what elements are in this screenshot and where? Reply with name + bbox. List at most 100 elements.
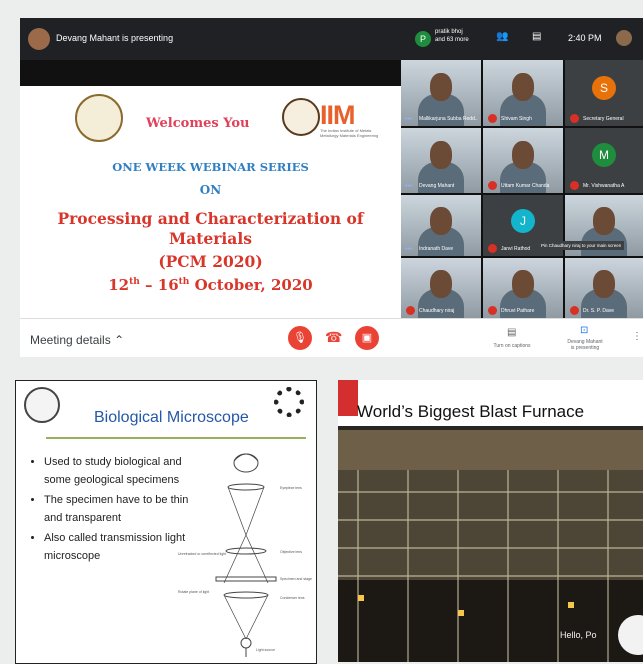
participant-video-face xyxy=(430,141,452,169)
iim-emblem xyxy=(282,98,320,136)
mic-muted-icon xyxy=(488,114,497,123)
date-rest: October, 2020 xyxy=(189,276,313,294)
diagram-label: Light source xyxy=(256,648,275,652)
date-end: 16 xyxy=(157,276,179,294)
participant-name: Mr. Vishwanatha A xyxy=(583,183,625,189)
college-logo xyxy=(75,94,123,142)
presenting-label-line-2: is presenting xyxy=(570,345,600,351)
microscope-diagram: Eyepiece lens Objective lens Unrefracted… xyxy=(178,453,312,657)
user-avatar[interactable] xyxy=(616,30,632,46)
presentation-slide: Welcomes You IIM The Indian Institute of… xyxy=(20,86,401,318)
university-logo xyxy=(24,387,60,423)
title-accent xyxy=(338,380,358,416)
participant-name: Secretary General xyxy=(583,116,624,122)
participant-tile[interactable]: Chaudhary niraj xyxy=(401,258,481,318)
camera-off-icon: ▣ xyxy=(361,332,373,344)
participant-tile[interactable]: Dhruvi Pathare xyxy=(483,258,563,318)
participant-video-face xyxy=(512,141,534,169)
participant-tile[interactable]: ••• Mallikarjuna Subba Redd.. xyxy=(401,60,481,126)
slide-title-line-2: Materials xyxy=(169,229,252,248)
mic-muted-icon xyxy=(570,114,579,123)
clock-time: 2:40 PM xyxy=(568,33,602,43)
participant-avatar: M xyxy=(592,143,616,168)
mic-muted-icon xyxy=(570,306,579,315)
participant-avatar: J xyxy=(511,208,535,233)
more-options-icon[interactable]: ⋮ xyxy=(632,331,642,342)
mic-muted-icon xyxy=(488,306,497,315)
present-screen-icon[interactable]: ⊡ xyxy=(580,325,588,336)
meeting-details-button[interactable]: Meeting details ⌃ xyxy=(30,333,124,347)
slide-acronym: (PCM 2020) xyxy=(158,252,263,271)
microscope-slide: Biological Microscope Used to study biol… xyxy=(15,380,317,664)
participant-tile[interactable]: ••• Indranath Dave xyxy=(401,195,481,256)
pin-tooltip: Pin Chaudhary niraj to your main screen xyxy=(538,241,625,250)
participant-tile[interactable]: Dr. S. P. Dave xyxy=(565,258,643,318)
speaking-dots-icon: ••• xyxy=(405,246,413,253)
diagram-label: Unrefracted or unreflected light xyxy=(178,552,226,556)
bullet-item: Used to study biological and some geolog… xyxy=(44,453,194,489)
participant-video-face xyxy=(593,207,615,236)
participant-tile[interactable]: Uttam Kumar Chanda xyxy=(483,128,563,193)
diagram-label: Condenser lens xyxy=(280,596,305,600)
slide-title: Processing and Characterization of Mater… xyxy=(20,209,401,249)
people-icon[interactable]: 👥 xyxy=(496,31,508,42)
participant-video-face xyxy=(512,73,534,102)
participant-name: Dhruvi Pathare xyxy=(501,308,535,314)
date-start-suffix: th xyxy=(129,277,140,287)
iim-logo-text: IIM xyxy=(320,100,355,130)
participant-name: Janvi Rathod xyxy=(501,246,531,252)
participant-name: Devang Mahant xyxy=(419,183,455,189)
furnace-title: World’s Biggest Blast Furnace xyxy=(357,402,585,421)
presenting-label[interactable]: Devang Mahant is presenting xyxy=(555,339,615,351)
title-divider xyxy=(46,437,306,439)
participants-line-1: pratik bhoj xyxy=(435,29,463,35)
participant-tile[interactable]: ••• Devang Mahant xyxy=(401,128,481,193)
meeting-bottom-bar: Meeting details ⌃ 🎙 ☎ ▣ ▤ Turn on captio… xyxy=(20,318,643,357)
participant-name: Uttam Kumar Chanda xyxy=(501,183,550,189)
iim-logo-subtext: The Indian Institute of Metals Metallurg… xyxy=(320,128,379,138)
microscope-title: Biological Microscope xyxy=(94,409,249,426)
meeting-top-bar: Devang Mahant is presenting P pratik bho… xyxy=(20,18,643,60)
participant-video-face xyxy=(593,270,615,298)
participant-tile[interactable]: M Mr. Vishwanatha A xyxy=(565,128,643,193)
date-separator: – xyxy=(139,276,158,294)
mic-off-icon: 🎙 xyxy=(293,332,307,344)
participant-name: Mallikarjuna Subba Redd.. xyxy=(419,116,478,122)
slide-on: ON xyxy=(199,183,222,197)
chat-icon[interactable]: ▤ xyxy=(532,31,541,42)
slide-dates: 12th – 16th October, 2020 xyxy=(20,276,401,294)
diagram-label: Eyepiece lens xyxy=(280,486,302,490)
participant-name: Dr. S. P. Dave xyxy=(583,308,615,314)
captions-label[interactable]: Turn on captions xyxy=(482,343,542,349)
camera-off-button[interactable]: ▣ xyxy=(355,326,379,350)
phone-hangup-icon: ☎ xyxy=(325,329,343,345)
presenter-avatar xyxy=(28,28,50,50)
participant-name: Shivam Singh xyxy=(501,116,532,122)
slide-title-line-1: Processing and Characterization of xyxy=(57,209,364,228)
furnace-overlay-text: Hello, Po xyxy=(560,630,597,640)
end-call-button[interactable]: ☎ xyxy=(325,329,342,346)
mic-muted-icon xyxy=(570,181,579,190)
presenter-status: Devang Mahant is presenting xyxy=(56,33,174,43)
participant-video-face xyxy=(512,270,534,298)
gear-logo-icon xyxy=(274,387,304,417)
bullet-item: Also called transmission light microscop… xyxy=(44,529,194,565)
participant-avatar[interactable]: P xyxy=(415,31,431,47)
participant-tile[interactable]: S Secretary General xyxy=(565,60,643,126)
mic-muted-icon xyxy=(488,244,497,253)
mic-muted-icon xyxy=(488,181,497,190)
mic-off-button[interactable]: 🎙 xyxy=(288,326,312,350)
captions-icon[interactable]: ▤ xyxy=(507,327,516,338)
date-end-suffix: th xyxy=(178,277,190,287)
diagram-label: Specimen and stage xyxy=(280,577,312,581)
diagram-label: Objective lens xyxy=(280,550,302,554)
speaking-dots-icon: ••• xyxy=(405,183,413,190)
slide-series: ONE WEEK WEBINAR SERIES xyxy=(112,160,309,174)
participant-tile[interactable]: Shivam Singh xyxy=(483,60,563,126)
mic-muted-icon xyxy=(406,306,415,315)
participant-name: Indranath Dave xyxy=(419,246,454,252)
date-start: 12 xyxy=(108,276,130,294)
participant-video-face xyxy=(430,207,452,236)
participant-avatar: S xyxy=(592,75,616,100)
participants-summary[interactable]: pratik bhoj and 63 more xyxy=(435,28,469,44)
